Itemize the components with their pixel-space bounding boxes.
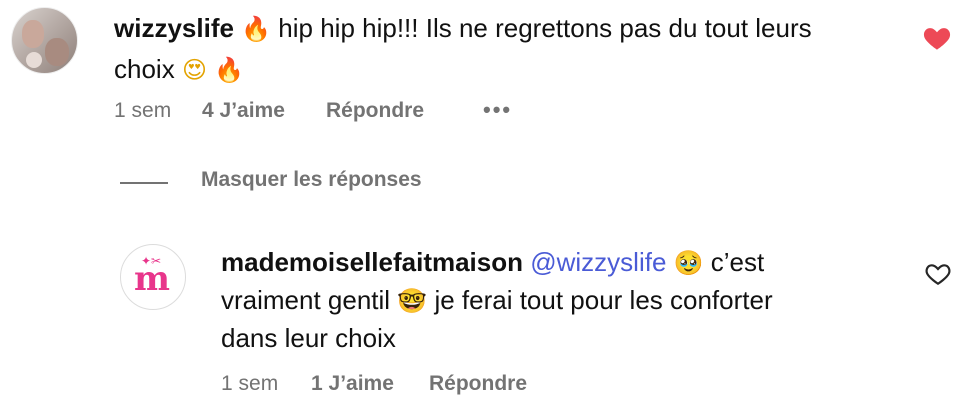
pleading-face-emoji: 🥹	[673, 249, 704, 277]
avatar-photo-detail	[22, 20, 44, 48]
reply-text-part3: je ferai tout pour les conforter	[434, 285, 773, 315]
avatar-photo-detail	[26, 52, 42, 68]
fire-emoji: 🔥	[214, 56, 245, 84]
comment-body: wizzyslife 🔥 hip hip hip!!! Ils ne regre…	[114, 8, 914, 90]
comment-username[interactable]: wizzyslife	[114, 13, 234, 43]
reply-time: 1 sem	[221, 372, 279, 395]
reply-text-part1: c’est	[710, 247, 765, 277]
mention-link[interactable]: @wizzyslife	[530, 247, 666, 277]
comment-text-line1: hip hip hip!!! Ils ne regrettons pas du …	[278, 13, 812, 43]
comment-text-line2: choix	[114, 54, 175, 84]
hide-replies-button[interactable]: Masquer les réponses	[201, 168, 422, 192]
reply-reply-button[interactable]: Répondre	[429, 372, 527, 396]
reply-likes-link[interactable]: 1 J’aime	[311, 372, 394, 396]
comment-likes-link[interactable]: 4 J’aime	[202, 99, 285, 123]
reply-username[interactable]: mademoisellefaitmaison	[221, 247, 523, 277]
comment-time: 1 sem	[114, 99, 172, 122]
avatar-photo-detail	[45, 38, 69, 66]
avatar-wizzyslife[interactable]	[11, 7, 78, 74]
heart-filled-icon[interactable]	[923, 25, 951, 51]
nerd-face-emoji: 🤓	[397, 287, 428, 315]
replies-divider	[120, 182, 168, 184]
reply-text-part2: vraiment gentil	[221, 285, 391, 315]
more-options-icon[interactable]: •••	[483, 97, 512, 123]
fire-emoji: 🔥	[241, 15, 272, 43]
brand-logo-letter: m	[134, 259, 170, 299]
heart-eyes-emoji: 😍	[181, 56, 207, 84]
comment-reply-button[interactable]: Répondre	[326, 99, 424, 123]
reply-body: mademoisellefaitmaison @wizzyslife 🥹 c’e…	[221, 244, 881, 357]
avatar-mademoisellefaitmaison[interactable]: ✦✂ m	[120, 244, 186, 310]
heart-outline-icon[interactable]	[925, 262, 951, 286]
reply-text-part4: dans leur choix	[221, 323, 396, 353]
